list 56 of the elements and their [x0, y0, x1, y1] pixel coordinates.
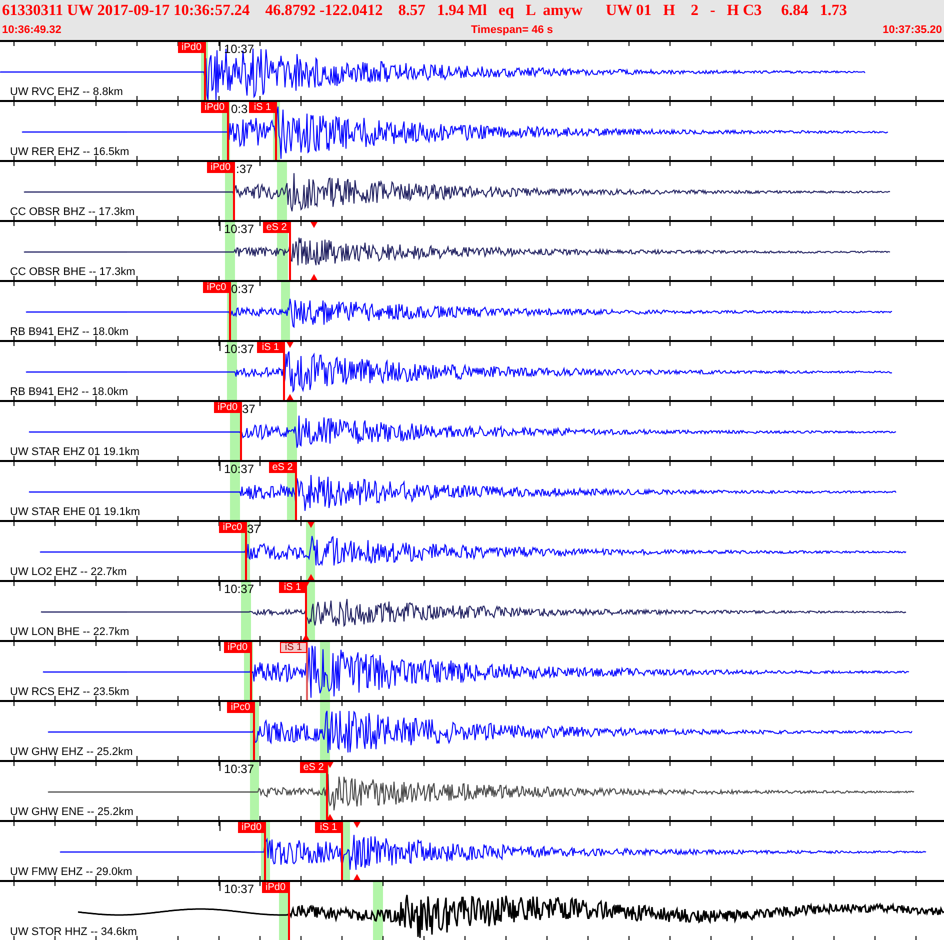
station-label: UW RVC EHZ -- 8.8km: [10, 86, 123, 99]
end-time: 10:37:35.20: [882, 23, 942, 38]
station-label: RB B941 EHZ -- 18.0km: [10, 326, 129, 339]
time-label: 10:37: [224, 582, 254, 596]
pick-marker-icon: [310, 222, 318, 228]
time-label: 0:3: [231, 102, 248, 116]
pick-marker-icon: [310, 274, 318, 280]
station-label: UW RER EHZ -- 16.5km: [10, 146, 130, 159]
pick-window: [277, 162, 287, 220]
station-label: UW GHW ENE -- 25.2km: [10, 806, 134, 819]
pick-window: [281, 282, 290, 340]
station-label: UW STAR EHE 01 19.1km: [10, 506, 140, 519]
pick-marker-icon: [286, 394, 294, 400]
station-label: UW GHW EHZ -- 25.2km: [10, 746, 133, 759]
time-label: 10:37: [224, 762, 254, 776]
station-label: CC OBSR BHE -- 17.3km: [10, 266, 136, 279]
pick-line: [245, 522, 247, 580]
start-time: 10:36:49.32: [2, 23, 62, 38]
timespan: Timespan= 46 s: [470, 23, 554, 38]
pick-marker-icon: [353, 874, 361, 880]
pick-line: [233, 162, 235, 220]
pick-line: [250, 642, 252, 700]
pick-line: [229, 282, 231, 340]
pick-line: [227, 102, 229, 160]
time-label: 10:37: [224, 222, 254, 236]
station-label: UW LON BHE -- 22.7km: [10, 626, 130, 639]
station-label: RB B941 EH2 -- 18.0km: [10, 386, 128, 399]
pick-line: [275, 102, 277, 160]
time-label: 37: [242, 402, 256, 416]
pick-window: [287, 402, 297, 460]
event-summary: 61330311 UW 2017-09-17 10:36:57.24 46.8792 -122.0412 8.57 1.94 Ml eq L amyw UW 01 H 2 - H C3 6.84 1.73: [1, 1, 848, 21]
time-label: 10:37: [224, 462, 254, 476]
station-label: UW STOR HHZ -- 34.6km: [10, 926, 137, 939]
station-label: UW FMW EHZ -- 29.0km: [10, 866, 132, 879]
pick-marker-icon: [302, 634, 310, 640]
pick-marker-icon: [286, 342, 294, 348]
time-label: 10:37: [224, 882, 254, 896]
pick-marker-icon: [307, 574, 315, 580]
station-label: UW STAR EHZ 01 19.1km: [10, 446, 140, 459]
time-label: 0:37: [231, 282, 254, 296]
pick-marker-icon: [353, 822, 361, 828]
station-label: UW RCS EHZ -- 23.5km: [10, 686, 130, 699]
pick-line: [306, 642, 308, 700]
time-label: 10:37: [224, 342, 254, 356]
pick-line: [264, 822, 266, 880]
pick-line: [204, 42, 206, 100]
pick-marker-icon: [307, 522, 315, 528]
pick-line: [253, 702, 255, 760]
time-label: :37: [236, 162, 253, 176]
pick-label[interactable]: iS 1: [280, 642, 307, 653]
pick-window: [373, 882, 383, 940]
time-label: 10:37: [224, 42, 254, 56]
pick-marker-icon: [326, 814, 334, 820]
station-label: CC OBSR BHZ -- 17.3km: [10, 206, 135, 219]
time-label: 37: [247, 522, 260, 536]
station-label: UW LO2 EHZ -- 22.7km: [10, 566, 127, 579]
